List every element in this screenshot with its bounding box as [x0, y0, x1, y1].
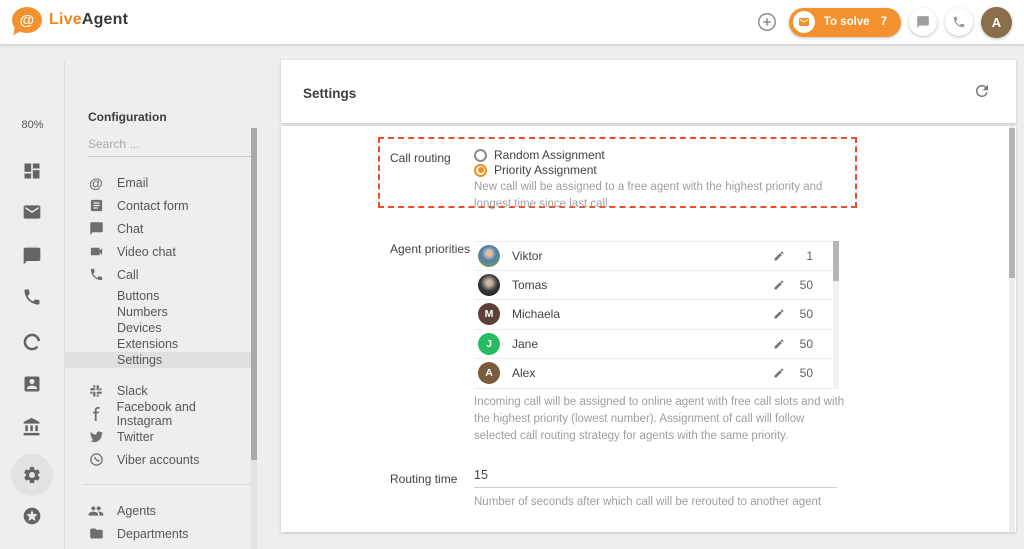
upgrade-icon[interactable]: [22, 506, 42, 526]
sidebar-item-chat[interactable]: Chat: [65, 217, 251, 240]
to-solve-label: To solve: [824, 16, 870, 28]
sidebar-item-facebook-instagram[interactable]: Facebook and Instagram: [65, 402, 251, 425]
icon-rail: 80%: [0, 44, 65, 549]
refresh-icon: [973, 82, 991, 100]
to-solve-button[interactable]: To solve 7: [789, 8, 901, 37]
routing-time-input[interactable]: [474, 466, 837, 488]
zoom-level: 80%: [0, 119, 65, 131]
topbar: @ LiveAgent To solve 7 A: [0, 0, 1024, 44]
avatar-jane: J: [478, 333, 500, 355]
chat-icon[interactable]: [22, 246, 42, 266]
user-avatar[interactable]: A: [981, 7, 1012, 38]
edit-priority-icon[interactable]: [773, 279, 785, 291]
radio-selected-icon: [474, 164, 487, 177]
agent-row: A Alex 50: [474, 359, 833, 389]
avatar-michaela: M: [478, 303, 500, 325]
agent-priorities-list: Viktor 1 Tomas 50 M Michaela 50 J Jane: [474, 241, 833, 389]
to-solve-count: 7: [881, 16, 887, 28]
avatar-tomas: [478, 274, 500, 296]
sidebar-item-video-chat[interactable]: Video chat: [65, 240, 251, 263]
priority-value[interactable]: 50: [800, 337, 813, 351]
slack-icon: [88, 383, 104, 399]
sidebar-subitem-settings[interactable]: Settings: [65, 352, 251, 368]
routing-time-help: Number of seconds after which call will …: [474, 494, 894, 511]
refresh-button[interactable]: [973, 82, 991, 100]
agent-row: Tomas 50: [474, 271, 833, 301]
priority-value[interactable]: 50: [800, 278, 813, 292]
edit-priority-icon[interactable]: [773, 250, 785, 262]
configuration-sidebar: Configuration @ Email Contact form Chat …: [65, 44, 281, 549]
logo-bubble-icon: @: [12, 7, 42, 33]
add-new-button[interactable]: [753, 8, 781, 36]
edit-priority-icon[interactable]: [773, 367, 785, 379]
avatar-alex: A: [478, 362, 500, 384]
settings-header: Settings: [281, 60, 1016, 123]
chats-button[interactable]: [909, 8, 937, 36]
call-routing-label: Call routing: [390, 151, 451, 165]
edit-priority-icon[interactable]: [773, 308, 785, 320]
call-routing-help: New call will be assigned to a free agen…: [474, 179, 850, 213]
radio-random-assignment[interactable]: Random Assignment: [474, 148, 605, 162]
agent-priorities-label: Agent priorities: [390, 242, 470, 256]
videocam-icon: [88, 244, 104, 260]
form-icon: [88, 198, 104, 214]
dashboard-icon[interactable]: [22, 161, 42, 181]
envelope-icon: [793, 11, 815, 33]
priority-value[interactable]: 50: [800, 366, 813, 380]
logo-text: LiveAgent: [49, 11, 128, 29]
priority-value[interactable]: 50: [800, 307, 813, 321]
settings-icon[interactable]: [22, 465, 42, 485]
chat-bubble-icon: [916, 15, 930, 29]
page-title: Settings: [303, 86, 356, 101]
facebook-icon: [88, 406, 104, 422]
customers-icon[interactable]: [22, 374, 42, 394]
sidebar-scrollbar[interactable]: [251, 128, 257, 549]
phone-icon: [952, 15, 966, 29]
viber-icon: [88, 452, 104, 468]
liveagent-logo[interactable]: @ LiveAgent: [12, 7, 128, 33]
people-icon: [88, 503, 104, 519]
sidebar-subitem-numbers[interactable]: Numbers: [65, 304, 251, 320]
sidebar-item-twitter[interactable]: Twitter: [65, 425, 251, 448]
sidebar-item-call[interactable]: Call: [65, 263, 251, 286]
sidebar-title: Configuration: [88, 110, 167, 124]
edit-priority-icon[interactable]: [773, 338, 785, 350]
radio-unselected-icon: [474, 149, 487, 162]
main-scrollbar[interactable]: [1009, 126, 1015, 532]
sidebar-divider: [83, 484, 251, 485]
twitter-icon: [88, 429, 104, 445]
agent-priorities-help: Incoming call will be assigned to online…: [474, 394, 850, 445]
sidebar-subitem-buttons[interactable]: Buttons: [65, 288, 251, 304]
routing-time-label: Routing time: [390, 472, 457, 486]
avatar-viktor: [478, 245, 500, 267]
tickets-icon[interactable]: [22, 202, 42, 222]
call-icon[interactable]: [22, 287, 42, 307]
at-icon: @: [88, 175, 104, 191]
sidebar-item-contact-form[interactable]: Contact form: [65, 194, 251, 217]
radio-priority-assignment[interactable]: Priority Assignment: [474, 163, 597, 177]
sidebar-subitem-extensions[interactable]: Extensions: [65, 336, 251, 352]
agent-row: Viktor 1: [474, 241, 833, 271]
folder-icon: [88, 526, 104, 542]
sidebar-item-email[interactable]: @ Email: [65, 171, 251, 194]
sidebar-item-viber[interactable]: Viber accounts: [65, 448, 251, 471]
sidebar-item-agents[interactable]: Agents: [65, 499, 251, 522]
settings-content: Call routing Random Assignment Priority …: [281, 126, 1016, 532]
reports-icon[interactable]: [22, 332, 42, 352]
agent-list-scrollbar[interactable]: [833, 241, 839, 389]
search-input[interactable]: [88, 134, 251, 157]
sidebar-subitem-devices[interactable]: Devices: [65, 320, 251, 336]
plus-circle-icon: [756, 11, 778, 33]
agent-row: J Jane 50: [474, 330, 833, 360]
chat-icon: [88, 221, 104, 237]
priority-value[interactable]: 1: [806, 249, 813, 263]
sidebar-item-departments[interactable]: Departments: [65, 522, 251, 545]
agent-row: M Michaela 50: [474, 300, 833, 330]
phone-icon: [88, 267, 104, 283]
knowledge-base-icon[interactable]: [22, 417, 42, 437]
calls-button[interactable]: [945, 8, 973, 36]
